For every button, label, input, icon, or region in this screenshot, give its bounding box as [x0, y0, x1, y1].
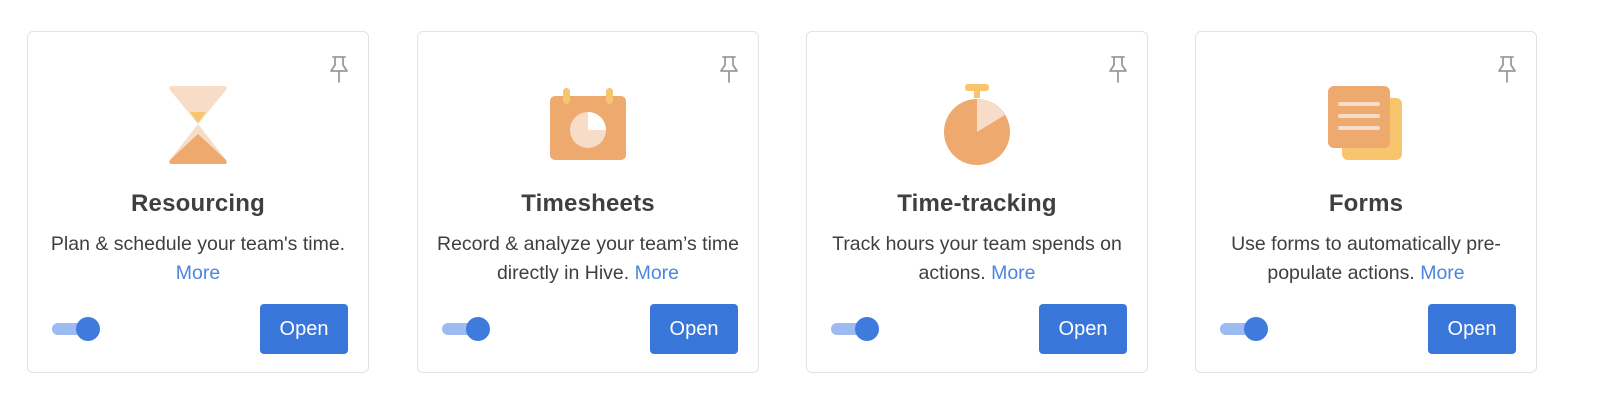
open-button[interactable]: Open — [260, 304, 348, 354]
card-description-text: Track hours your team spends on actions. — [832, 233, 1122, 284]
app-cards-grid: Resourcing Plan & schedule your team's t… — [0, 0, 1600, 410]
enable-toggle[interactable] — [52, 317, 100, 341]
open-button[interactable]: Open — [1428, 304, 1516, 354]
app-card-timesheets: Timesheets Record & analyze your team’s … — [417, 31, 759, 373]
card-description-text: Record & analyze your team’s time direct… — [436, 233, 740, 284]
pin-icon[interactable] — [326, 54, 352, 84]
hourglass-icon — [169, 86, 227, 164]
calendar-pie-icon — [550, 88, 626, 160]
open-button[interactable]: Open — [650, 304, 738, 354]
pin-icon[interactable] — [1494, 54, 1520, 84]
card-description: Record & analyze your team’s time direct… — [432, 230, 744, 288]
card-title: Resourcing — [130, 190, 266, 217]
card-description: Track hours your team spends on actions.… — [821, 230, 1133, 288]
enable-toggle[interactable] — [1220, 317, 1268, 341]
more-link[interactable]: More — [1420, 262, 1464, 284]
toggle-knob — [76, 317, 100, 341]
open-button[interactable]: Open — [1039, 304, 1127, 354]
more-link[interactable]: More — [176, 262, 220, 284]
toggle-knob — [1244, 317, 1268, 341]
app-card-resourcing: Resourcing Plan & schedule your team's t… — [27, 31, 369, 373]
pin-icon[interactable] — [716, 54, 742, 84]
card-title: Time-tracking — [897, 190, 1057, 217]
app-card-forms: Forms Use forms to automatically pre-pop… — [1195, 31, 1537, 373]
card-description: Plan & schedule your team's time. More — [42, 230, 354, 288]
more-link[interactable]: More — [991, 262, 1035, 284]
app-card-time-tracking: Time-tracking Track hours your team spen… — [806, 31, 1148, 373]
more-link[interactable]: More — [635, 262, 679, 284]
enable-toggle[interactable] — [831, 317, 879, 341]
toggle-knob — [466, 317, 490, 341]
card-title: Forms — [1328, 190, 1404, 217]
stopwatch-icon — [944, 84, 1010, 165]
card-title: Timesheets — [521, 190, 655, 217]
pin-icon[interactable] — [1105, 54, 1131, 84]
enable-toggle[interactable] — [442, 317, 490, 341]
card-description-text: Plan & schedule your team's time. — [50, 233, 346, 255]
forms-icon — [1328, 86, 1402, 160]
toggle-knob — [855, 317, 879, 341]
card-description: Use forms to automatically pre-populate … — [1210, 230, 1522, 288]
